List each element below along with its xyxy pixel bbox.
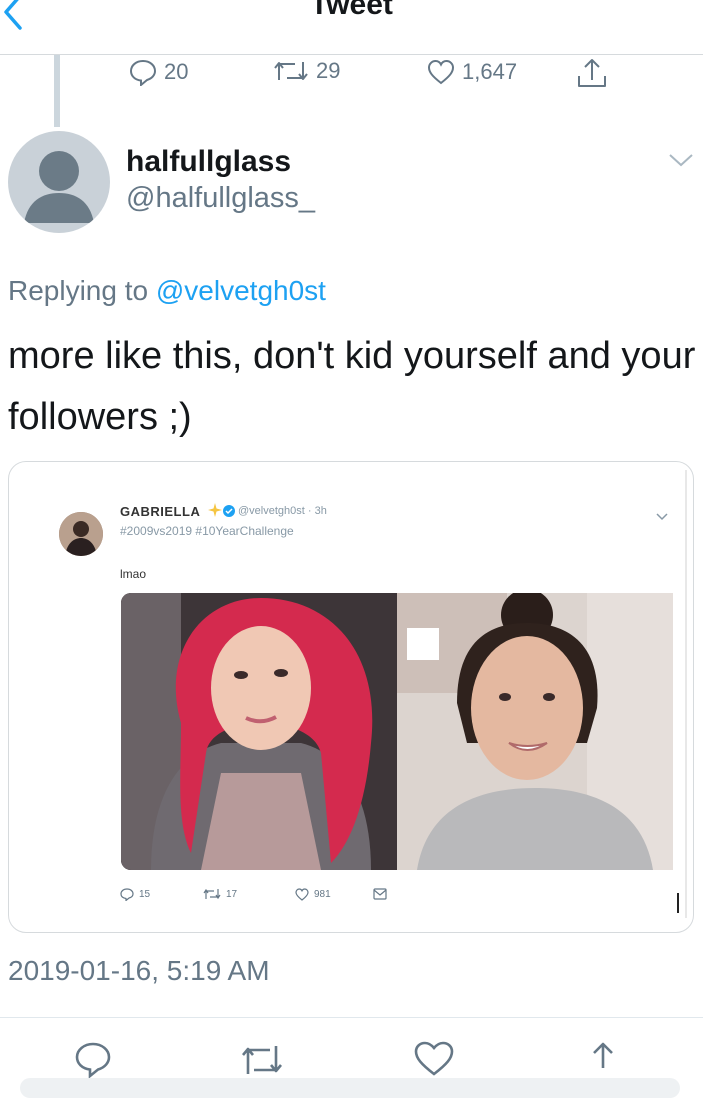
embedded-retweet-icon [203,888,221,900]
embedded-message-icon [373,888,392,900]
user-handle[interactable]: @halfullglass_ [126,182,315,215]
share-button[interactable] [584,1038,622,1083]
replying-to-link[interactable]: @velvetgh0st [156,275,326,306]
like-count: 1,647 [462,59,518,84]
retweet-action-icon [242,1046,282,1074]
embedded-like-count: 981 [314,889,331,900]
avatar[interactable] [8,131,110,233]
embedded-hashtags: #2009vs2019 #10YearChallenge [120,524,294,538]
reply-icon [129,59,157,86]
embedded-like-icon [295,888,309,901]
photo-left [121,593,397,870]
header-divider [0,54,703,55]
embedded-avatar [59,512,103,556]
embedded-like-stat: 981 [295,888,331,901]
replying-to: Replying to @velvetgh0st [8,275,326,307]
avatar-placeholder-icon [24,151,94,223]
thread-line [54,55,60,127]
like-icon [427,59,455,85]
retweet-icon [274,62,308,80]
page-title: Tweet [310,0,393,21]
embedded-chevron-down-icon [656,508,668,526]
retweet-stat[interactable]: 29 [272,58,340,84]
scroll-indicator [677,893,679,913]
reply-action-icon [75,1042,111,1079]
embedded-retweet-count: 17 [226,888,238,900]
photo-right [397,593,673,870]
embedded-reply-stat: 15 [120,888,150,901]
embedded-name: GABRIELLA [120,504,201,519]
embedded-meta: @velvetgh0st · 3h [238,505,327,517]
reply-compose-bar[interactable] [20,1078,680,1098]
embedded-reply-count: 15 [139,889,151,900]
share-icon[interactable] [575,56,609,95]
reply-count: 20 [164,59,189,84]
retweet-count: 29 [316,58,341,83]
embedded-tweet-screenshot: GABRIELLA @velvetgh0st · 3h #2009vs2019 … [23,470,687,918]
replying-to-prefix: Replying to [8,275,149,306]
tweet-text: more like this, don't kid yourself and y… [8,335,696,438]
media-card[interactable]: GABRIELLA @velvetgh0st · 3h #2009vs2019 … [8,461,694,933]
actions-divider [0,1017,703,1018]
retweet-button[interactable] [238,1038,286,1083]
star-icon [208,503,222,522]
reply-button[interactable] [72,1038,114,1083]
user-display-name[interactable]: halfullglass [126,145,291,179]
reply-stat[interactable]: 20 [128,58,188,86]
verified-icon [223,504,235,522]
like-button[interactable] [412,1038,456,1083]
tweet-timestamp: 2019-01-16, 5:19 AM [8,955,270,986]
chevron-down-icon[interactable] [668,152,694,173]
share-action-icon [593,1042,613,1068]
embedded-retweet-stat: 17 [203,888,237,900]
like-stat[interactable]: 1,647 [426,58,517,86]
like-action-icon [414,1041,454,1076]
embedded-reply-icon [120,888,134,901]
embedded-text: lmao [120,567,147,581]
